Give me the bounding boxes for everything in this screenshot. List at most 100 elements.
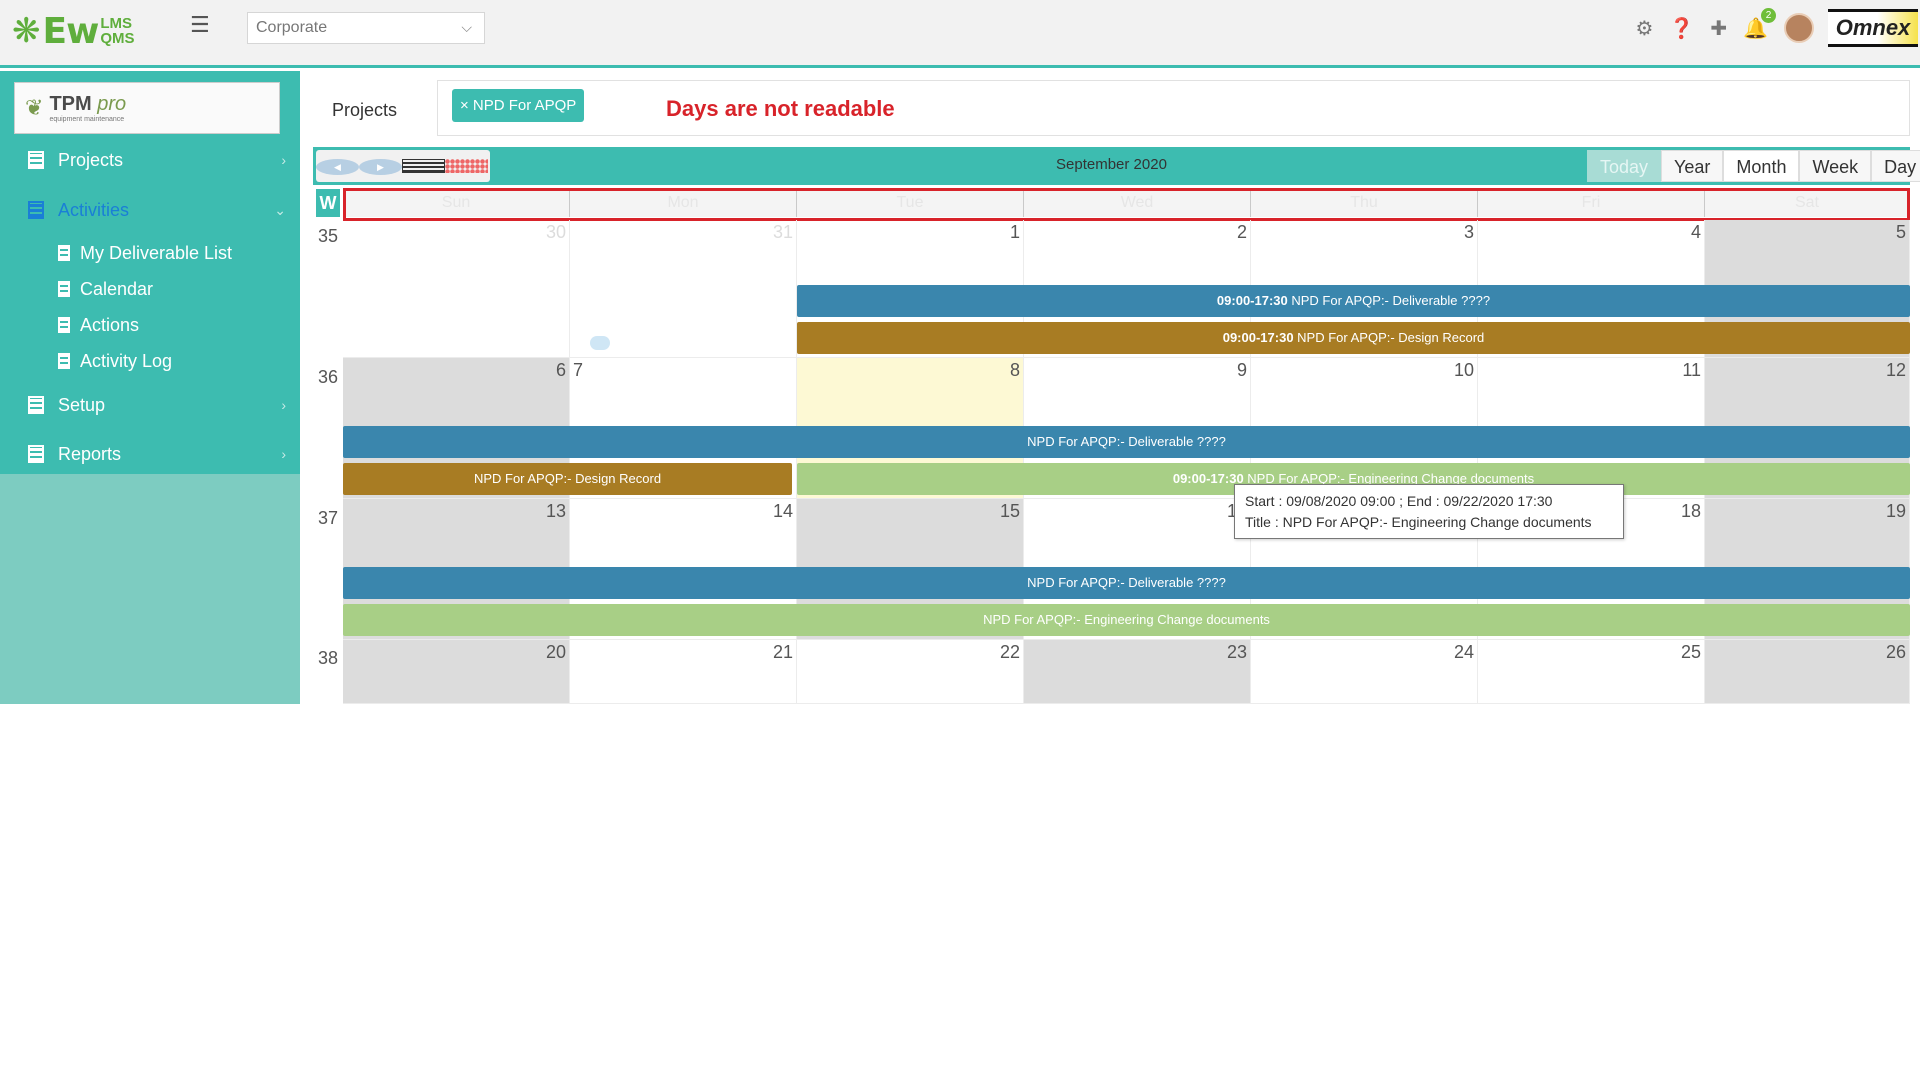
day-number: 23 bbox=[1226, 642, 1247, 662]
day-number: 6 bbox=[555, 360, 566, 380]
view-switcher: Today Year Month Week Day bbox=[1587, 150, 1920, 182]
day-number: 2 bbox=[1236, 222, 1247, 242]
hamburger-menu-icon[interactable]: ☰ bbox=[190, 12, 210, 38]
sidebar-item-label: Setup bbox=[58, 394, 106, 415]
arrow-left-icon: ◀ bbox=[316, 159, 359, 175]
day-number: 9 bbox=[1236, 360, 1247, 380]
sidebar-item-activities[interactable]: Activities ⌄ bbox=[0, 192, 300, 228]
next-button[interactable]: ▶ bbox=[359, 157, 402, 175]
comment-bubble-icon[interactable] bbox=[590, 336, 610, 350]
plus-icon[interactable]: ✚ bbox=[1710, 16, 1727, 41]
day-cell[interactable]: 26 bbox=[1705, 640, 1910, 704]
day-number: 4 bbox=[1690, 222, 1701, 242]
project-chip[interactable]: × NPD For APQP bbox=[452, 89, 585, 122]
day-number: 7 bbox=[573, 360, 584, 380]
day-number: 8 bbox=[1009, 360, 1020, 380]
event-title: NPD For APQP:- Deliverable ???? bbox=[1287, 293, 1491, 308]
day-number: 22 bbox=[999, 642, 1020, 662]
sidebar-subitem-label: Activity Log bbox=[80, 350, 173, 371]
building-icon bbox=[58, 353, 70, 369]
notification-badge: 2 bbox=[1761, 7, 1776, 23]
sidebar-item-reports[interactable]: Reports › bbox=[0, 436, 300, 472]
calendar-nav-buttons: ◀ ▶ bbox=[316, 150, 490, 182]
list-view-button[interactable] bbox=[402, 155, 445, 178]
ewqms-logo[interactable]: ❋ Ew LMS QMS bbox=[12, 6, 135, 56]
view-month-button[interactable]: Month bbox=[1723, 150, 1800, 182]
user-avatar[interactable] bbox=[1784, 13, 1814, 43]
sidebar-subitem-label: My Deliverable List bbox=[80, 242, 233, 263]
day-cell[interactable]: 24 bbox=[1251, 640, 1478, 704]
building-icon bbox=[28, 396, 44, 414]
event-deliverable[interactable]: NPD For APQP:- Deliverable ???? bbox=[343, 426, 1910, 458]
bell-icon[interactable]: 🔔 2 bbox=[1743, 7, 1776, 41]
day-header-mon: Mon bbox=[570, 189, 797, 217]
day-cell[interactable]: 30 bbox=[343, 220, 570, 358]
event-deliverable[interactable]: NPD For APQP:- Deliverable ???? bbox=[343, 567, 1910, 599]
logo-qms: QMS bbox=[100, 30, 135, 47]
day-cell[interactable]: 25 bbox=[1478, 640, 1705, 704]
event-deliverable[interactable]: 09:00-17:30 NPD For APQP:- Deliverable ?… bbox=[797, 285, 1910, 317]
day-cell[interactable]: 21 bbox=[570, 640, 797, 704]
day-header-sun: Sun bbox=[343, 189, 570, 217]
day-number: 12 bbox=[1885, 360, 1906, 380]
day-cell[interactable]: 20 bbox=[343, 640, 570, 704]
prev-button[interactable]: ◀ bbox=[316, 157, 359, 175]
day-number: 14 bbox=[772, 501, 793, 521]
day-header-wed: Wed bbox=[1024, 189, 1251, 217]
gear-icon[interactable]: ⚙ bbox=[1635, 16, 1653, 41]
logo-text: Ew bbox=[42, 10, 100, 52]
day-number: 15 bbox=[999, 501, 1020, 521]
day-cell[interactable]: 23 bbox=[1024, 640, 1251, 704]
event-engineering-change[interactable]: NPD For APQP:- Engineering Change docume… bbox=[343, 604, 1910, 636]
help-icon[interactable]: ❓ bbox=[1669, 16, 1694, 41]
building-icon bbox=[58, 281, 70, 297]
day-header-thu: Thu bbox=[1251, 189, 1478, 217]
sidebar-subitem-my-deliverable-list[interactable]: My Deliverable List bbox=[0, 238, 300, 268]
day-number: 5 bbox=[1895, 222, 1906, 242]
event-title: NPD For APQP:- Design Record bbox=[1293, 330, 1485, 345]
view-year-button[interactable]: Year bbox=[1661, 150, 1724, 182]
sidebar-subitem-label: Calendar bbox=[80, 278, 154, 299]
day-number: 1 bbox=[1009, 222, 1020, 242]
sidebar-subitem-calendar[interactable]: Calendar bbox=[0, 274, 300, 304]
event-design-record[interactable]: NPD For APQP:- Design Record bbox=[343, 463, 792, 495]
week-column-header: W bbox=[316, 189, 340, 217]
top-icons: ⚙ ❓ ✚ 🔔 2 Omnex bbox=[1635, 0, 1920, 56]
event-title: NPD For APQP:- Engineering Change docume… bbox=[983, 612, 1270, 627]
chevron-right-icon: › bbox=[281, 446, 286, 462]
organization-select[interactable]: Corporate ⌵ bbox=[247, 12, 485, 44]
organization-select-value: Corporate bbox=[256, 19, 328, 36]
grid-view-button[interactable] bbox=[445, 155, 488, 178]
tpm-title: TPM pro bbox=[49, 93, 126, 115]
tpm-title-suffix: pro bbox=[97, 93, 127, 115]
day-header-sat: Sat bbox=[1705, 189, 1910, 217]
logo-stack: LMS QMS bbox=[100, 16, 134, 46]
grid-icon bbox=[445, 158, 488, 173]
top-bar: ❋ Ew LMS QMS ☰ Corporate ⌵ ⚙ ❓ ✚ 🔔 2 Omne… bbox=[0, 0, 1920, 68]
tpm-pro-logo[interactable]: ❦ TPM pro equipment maintenance bbox=[14, 82, 280, 134]
sidebar-subitem-actions[interactable]: Actions bbox=[0, 310, 300, 340]
day-number: 26 bbox=[1885, 642, 1906, 662]
sidebar-item-projects[interactable]: Projects › bbox=[0, 142, 300, 178]
event-design-record[interactable]: 09:00-17:30 NPD For APQP:- Design Record bbox=[797, 322, 1910, 354]
tpm-subtitle: equipment maintenance bbox=[49, 116, 125, 123]
logo-flower-icon: ❋ bbox=[12, 12, 41, 50]
day-number: 31 bbox=[772, 222, 793, 242]
day-cell[interactable]: 22 bbox=[797, 640, 1024, 704]
logo-lms: LMS bbox=[100, 15, 133, 32]
sidebar-subitem-activity-log[interactable]: Activity Log bbox=[0, 346, 300, 376]
week-number: 38 bbox=[317, 648, 339, 668]
week-number: 36 bbox=[317, 367, 339, 387]
view-week-button[interactable]: Week bbox=[1799, 150, 1872, 182]
tooltip-line-title: Title : NPD For APQP:- Engineering Chang… bbox=[1245, 514, 1592, 530]
day-number: 19 bbox=[1885, 501, 1906, 521]
projects-filter-box[interactable] bbox=[437, 80, 1910, 136]
chevron-down-icon: ⌵ bbox=[461, 19, 472, 35]
sidebar-item-label: Reports bbox=[58, 443, 122, 464]
day-header-tue: Tue bbox=[797, 189, 1024, 217]
view-day-button[interactable]: Day bbox=[1871, 150, 1920, 182]
sidebar-item-setup[interactable]: Setup › bbox=[0, 387, 300, 423]
view-today-button[interactable]: Today bbox=[1587, 150, 1662, 182]
building-icon bbox=[28, 445, 44, 463]
sidebar: ❦ TPM pro equipment maintenance Projects… bbox=[0, 71, 300, 704]
